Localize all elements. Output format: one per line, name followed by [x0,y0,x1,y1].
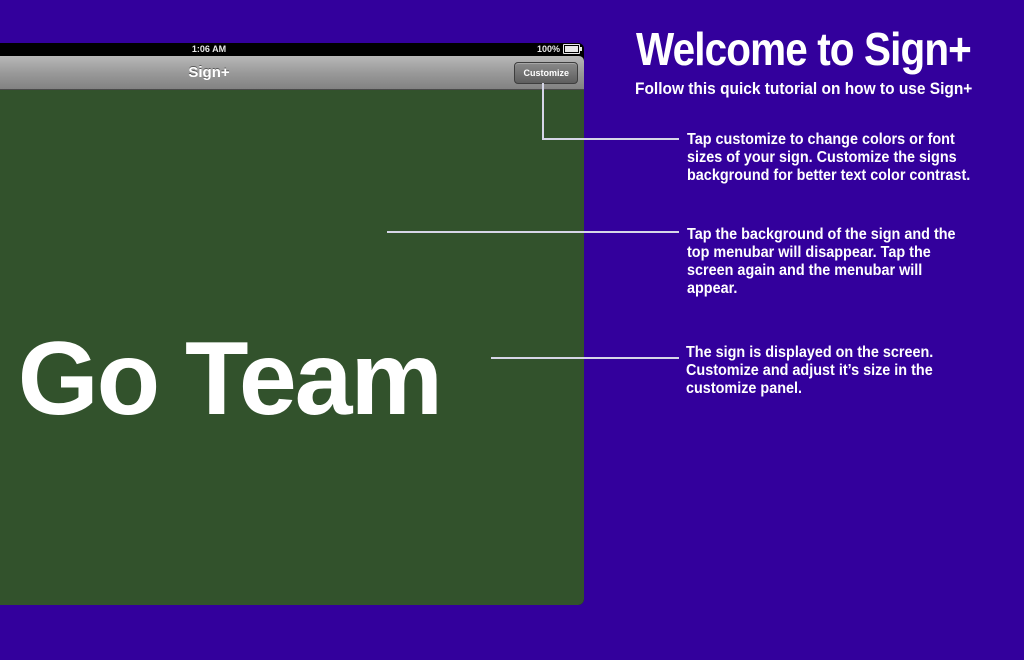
callout-line: Customize and adjust it’s size in the [686,362,933,379]
callout-line: background for better text color contras… [687,167,971,184]
callout-line: customize panel. [686,380,803,397]
callout-line: screen again and the menubar will [687,262,923,279]
top-menubar: Sign+ Customize [0,56,584,90]
callout-line: sizes of your sign. Customize the signs [687,149,957,166]
battery-status: 100% [536,44,582,54]
device-screen: 1:06 AM 100% Sign+ Customize Go Team [0,43,584,605]
callout-sign: The sign is displayed on the screen. Cus… [686,344,933,398]
callout-line: Tap customize to change colors or font [687,131,955,148]
callout-line: top menubar will disappear. Tap the [687,244,931,261]
battery-icon [563,44,582,54]
battery-percent: 100% [536,44,560,54]
callout-line: The sign is displayed on the screen. [686,344,934,361]
callout-line: Tap the background of the sign and the [687,226,956,243]
callout-line: appear. [687,280,738,297]
tutorial-subtitle: Follow this quick tutorial on how to use… [635,79,973,98]
nav-title: Sign+ [188,64,230,81]
customize-leader-line [542,138,679,140]
customize-button[interactable]: Customize [514,62,578,84]
status-time: 1:06 AM [191,44,227,54]
sign-text: Go Team [17,321,443,437]
callout-background: Tap the background of the sign and the t… [687,226,956,298]
sign-background[interactable]: Go Team [0,90,584,605]
status-bar: 1:06 AM 100% [0,43,584,56]
background-leader-line [387,231,679,233]
customize-leader-line [542,83,544,139]
sign-leader-line [491,357,679,359]
callout-customize: Tap customize to change colors or font s… [687,131,970,185]
tutorial-title: Welcome to Sign+ [636,23,972,75]
